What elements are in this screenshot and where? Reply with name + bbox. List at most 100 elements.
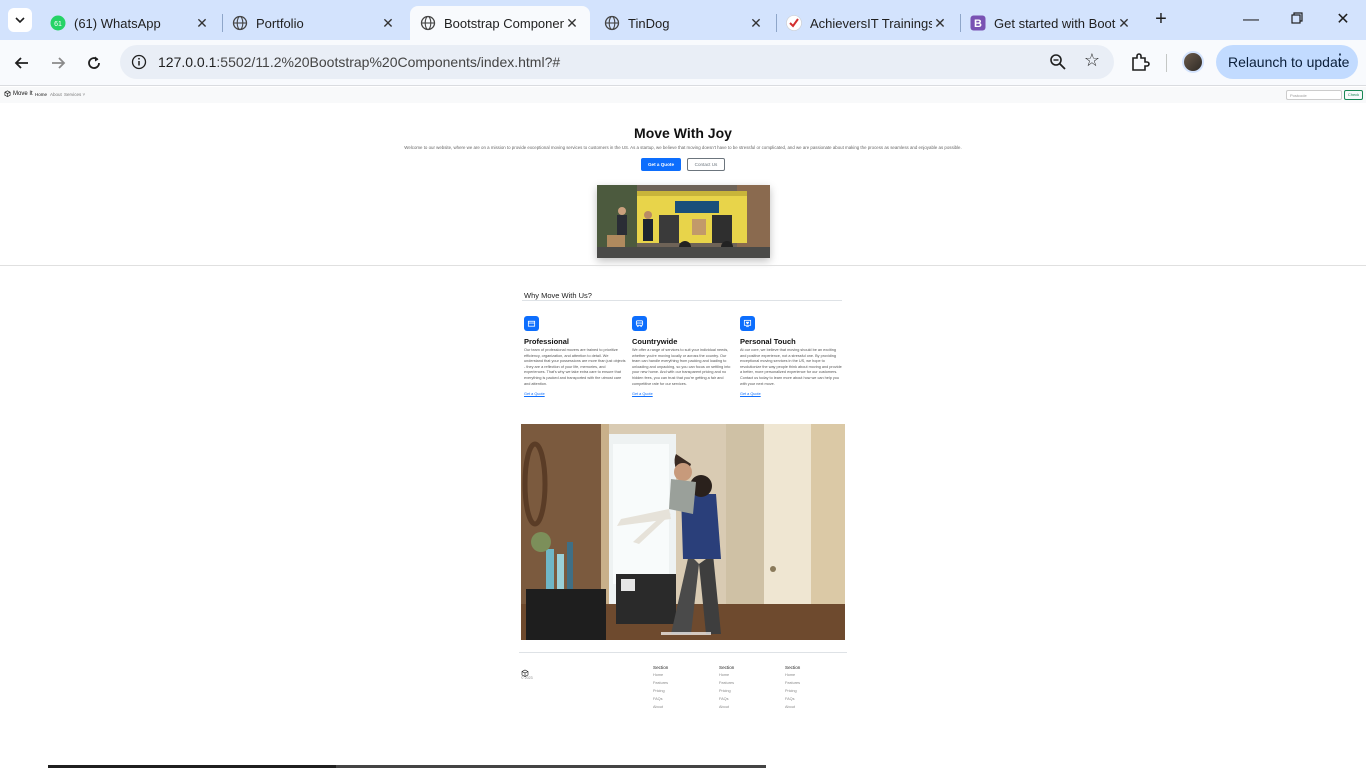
bootstrap-logo-icon: B <box>970 15 986 31</box>
tab-title: Portfolio <box>256 15 304 31</box>
site-navbar: Move It Home About Services ˅ Postcode C… <box>0 87 1366 103</box>
section-divider <box>0 265 1366 266</box>
footer-link-home[interactable]: Home <box>719 673 769 681</box>
chevron-down-icon <box>15 17 25 24</box>
new-tab-button[interactable]: + <box>1150 8 1172 32</box>
url-host: 127.0.0.1 <box>158 54 217 70</box>
navbar-brand[interactable]: Move It <box>4 90 33 97</box>
minimize-button[interactable]: — <box>1228 8 1274 32</box>
feature-title: Countrywide <box>632 337 678 346</box>
close-icon[interactable]: ✕ <box>1116 15 1132 32</box>
contact-us-button[interactable]: Contact Us <box>687 158 725 171</box>
tab-strip: 61 (61) WhatsApp ✕ Portfolio ✕ Bootstrap… <box>0 0 1366 40</box>
relaunch-button[interactable]: Relaunch to update ⋮ <box>1216 45 1358 79</box>
tab-badge: 61 <box>54 21 62 28</box>
url-path: :5502/11.2%20Bootstrap%20Components/inde… <box>216 54 561 70</box>
footer-column-heading: Section <box>653 665 669 670</box>
footer-link-home[interactable]: Home <box>653 673 703 681</box>
tab-tindog[interactable]: TinDog ✕ <box>594 6 774 40</box>
address-bar[interactable]: 127.0.0.1:5502/11.2%20Bootstrap%20Compon… <box>120 45 1114 79</box>
footer-link-about[interactable]: About <box>719 705 769 713</box>
feature-title: Professional <box>524 337 570 346</box>
footer-link-home[interactable]: Home <box>785 673 835 681</box>
close-icon[interactable]: ✕ <box>748 15 764 32</box>
reload-button[interactable] <box>80 49 108 77</box>
footer-column: Section Home Features Pricing FAQs About <box>719 665 769 713</box>
tab-badge: B <box>974 18 982 30</box>
tab-bootstrap-components[interactable]: Bootstrap Components ✕ <box>410 6 590 40</box>
footer-link-pricing[interactable]: Pricing <box>653 689 703 697</box>
globe-icon <box>420 15 436 31</box>
feature-get-quote-link[interactable]: Get a Quote <box>740 392 843 396</box>
footer-link-features[interactable]: Features <box>653 681 703 689</box>
forward-button[interactable] <box>44 49 72 77</box>
check-button[interactable]: Check <box>1344 90 1363 100</box>
achieversit-logo-icon <box>786 15 802 31</box>
footer-rule <box>519 652 847 653</box>
hero-moving-truck-image <box>597 185 770 258</box>
footer-column-heading: Section <box>719 665 735 670</box>
feature-personal-touch: Personal Touch At our core, we believe t… <box>740 316 843 396</box>
tab-title: AchieversIT Trainings <box>810 15 932 31</box>
tab-title: TinDog <box>628 15 670 31</box>
more-vert-icon[interactable]: ⋮ <box>1332 52 1348 70</box>
footer-column: Section Home Features Pricing FAQs About <box>785 665 835 713</box>
tab-whatsapp[interactable]: 61 (61) WhatsApp ✕ <box>40 6 220 40</box>
feature-get-quote-link[interactable]: Get a Quote <box>524 392 627 396</box>
profile-avatar[interactable] <box>1182 51 1204 73</box>
hero-title: Move With Joy <box>634 125 732 141</box>
hero-text: Welcome to our website, where we are on … <box>404 145 962 150</box>
box-icon <box>4 90 11 97</box>
restore-icon <box>1291 12 1303 24</box>
bookmark-star-icon[interactable]: ☆ <box>1084 50 1100 71</box>
nav-link-services-dropdown[interactable]: Services ˅ <box>64 92 85 97</box>
close-icon[interactable]: ✕ <box>564 15 580 32</box>
feature-title: Personal Touch <box>740 337 796 346</box>
feature-get-quote-link[interactable]: Get a Quote <box>632 392 735 396</box>
tab-search-button[interactable] <box>8 8 32 32</box>
box-icon <box>524 316 539 331</box>
extensions-icon[interactable] <box>1128 50 1152 74</box>
arrow-right-icon <box>52 57 66 69</box>
browser-toolbar: 127.0.0.1:5502/11.2%20Bootstrap%20Compon… <box>0 40 1366 86</box>
get-quote-button[interactable]: Get a Quote <box>641 158 681 171</box>
tab-title: Bootstrap Components <box>444 15 564 31</box>
tab-achieversit[interactable]: AchieversIT Trainings ✕ <box>776 6 958 40</box>
whatsapp-icon: 61 <box>50 15 66 31</box>
footer-link-pricing[interactable]: Pricing <box>719 689 769 697</box>
nav-link-about[interactable]: About <box>50 92 62 97</box>
footer-column-heading: Section <box>785 665 801 670</box>
footer-link-features[interactable]: Features <box>719 681 769 689</box>
tab-portfolio[interactable]: Portfolio ✕ <box>222 6 406 40</box>
carousel-couple-image[interactable] <box>521 424 845 640</box>
arrow-left-icon <box>14 57 28 69</box>
feature-text: Our team of professional movers are trai… <box>524 348 626 386</box>
heart-icon <box>740 316 755 331</box>
zoom-icon[interactable] <box>1048 52 1068 72</box>
footer-link-faqs[interactable]: FAQs <box>785 697 835 705</box>
close-window-button[interactable]: ✕ <box>1320 8 1366 32</box>
close-icon[interactable]: ✕ <box>194 15 210 32</box>
restore-button[interactable] <box>1274 8 1320 32</box>
footer-link-faqs[interactable]: FAQs <box>719 697 769 705</box>
footer-copyright: © 2023 <box>521 676 533 680</box>
back-button[interactable] <box>8 49 36 77</box>
footer-link-features[interactable]: Features <box>785 681 835 689</box>
reload-icon <box>88 56 100 69</box>
footer-column: Section Home Features Pricing FAQs About <box>653 665 703 713</box>
footer-link-about[interactable]: About <box>785 705 835 713</box>
site-info-icon[interactable] <box>128 51 150 73</box>
close-icon[interactable]: ✕ <box>380 15 396 32</box>
tab-bootstrap-docs[interactable]: B Get started with Bootstrap ✕ <box>960 6 1142 40</box>
web-page: Move It Home About Services ˅ Postcode C… <box>0 87 1366 768</box>
postcode-input[interactable]: Postcode <box>1286 90 1342 100</box>
features-heading: Why Move With Us? <box>524 291 592 300</box>
footer-link-pricing[interactable]: Pricing <box>785 689 835 697</box>
tab-title: (61) WhatsApp <box>74 15 161 31</box>
footer-link-faqs[interactable]: FAQs <box>653 697 703 705</box>
tab-title: Get started with Bootstrap <box>994 15 1116 31</box>
close-icon[interactable]: ✕ <box>932 15 948 32</box>
features-heading-rule <box>522 300 842 301</box>
footer-link-about[interactable]: About <box>653 705 703 713</box>
nav-link-home[interactable]: Home <box>35 92 47 97</box>
